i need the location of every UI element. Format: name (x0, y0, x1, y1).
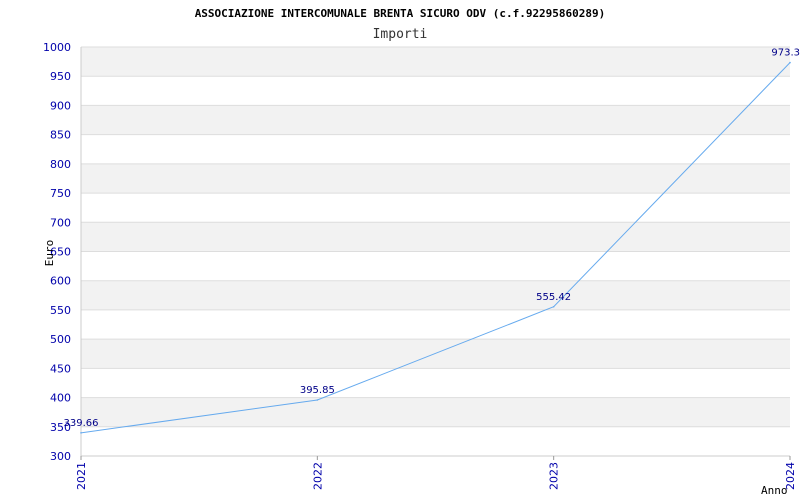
x-axis-label: Anno (761, 484, 788, 497)
y-tick-label: 400 (50, 392, 71, 405)
y-tick-label: 950 (50, 70, 71, 83)
y-tick-label: 800 (50, 158, 71, 171)
y-tick-label: 850 (50, 129, 71, 142)
grid-bands (81, 47, 790, 427)
data-point (316, 399, 319, 401)
data-point (552, 305, 555, 308)
data-point (789, 61, 791, 64)
y-tick-label: 700 (50, 216, 71, 229)
y-tick-label: 900 (50, 99, 71, 112)
data-label: 395.85 (300, 385, 335, 396)
y-tick-label: 300 (50, 450, 71, 463)
x-tick-label: 2021 (75, 462, 88, 490)
data-label: 555.42 (536, 292, 571, 303)
grid-band (81, 163, 790, 194)
y-tick-label: 500 (50, 333, 71, 346)
data-point (80, 432, 82, 434)
chart-title: ASSOCIAZIONE INTERCOMUNALE BRENTA SICURO… (195, 7, 606, 20)
grid-band (81, 222, 790, 252)
y-tick-label: 450 (50, 362, 71, 375)
y-tick-label: 600 (50, 275, 71, 288)
x-tick-label: 2022 (311, 462, 324, 490)
x-tick-labels: 2021 2022 2023 2024 (75, 462, 797, 490)
data-label: 339.66 (64, 418, 99, 429)
y-tick-label: 750 (50, 187, 71, 200)
grid-band (81, 280, 790, 310)
grid-band (81, 397, 790, 427)
grid-band (81, 105, 790, 135)
x-tick-label: 2023 (548, 462, 561, 490)
chart-subtitle: Importi (373, 27, 428, 42)
line-chart: 3003504004505005506006507007508008509009… (43, 7, 800, 497)
y-axis-label: Euro (43, 240, 56, 267)
data-label: 973.3 (771, 48, 800, 59)
y-tick-label: 1000 (43, 41, 71, 54)
grid-band (81, 47, 790, 77)
y-tick-label: 550 (50, 304, 71, 317)
